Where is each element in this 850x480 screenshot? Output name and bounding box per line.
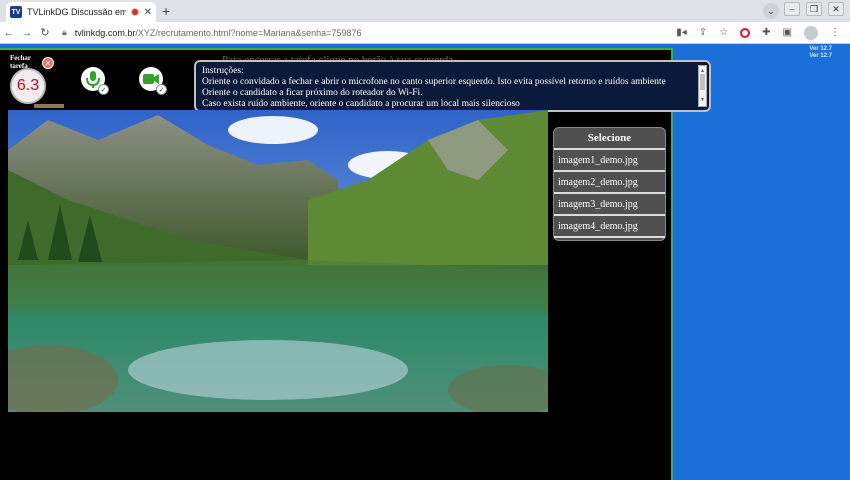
scroll-thumb[interactable] xyxy=(700,74,705,90)
select-panel-title: Selecione xyxy=(554,128,665,150)
image-option[interactable]: imagem4_demo.jpg xyxy=(554,216,665,238)
tab-title: TVLinkDG Discussão em Gru xyxy=(27,7,126,17)
microphone-button[interactable]: ✓ xyxy=(80,66,109,95)
displayed-image xyxy=(8,110,548,412)
url-path: /XYZ/recrutamento.html?nome=Mariana&senh… xyxy=(135,27,362,38)
instructions-heading: Instruções: xyxy=(202,66,244,76)
image-select-panel: Selecione imagem1_demo.jpg imagem2_demo.… xyxy=(553,127,666,241)
share-icon[interactable]: ⇪ xyxy=(699,27,707,38)
progress-indicator xyxy=(34,104,64,108)
profile-avatar[interactable] xyxy=(804,25,818,40)
browser-toolbar-icons: ▮◂ ⇪ ☆ ✚ ▣ ⋮ xyxy=(676,25,840,40)
browser-menu-icon[interactable]: ⋮ xyxy=(830,27,840,38)
new-tab-button[interactable]: + xyxy=(162,3,170,19)
mountain-lake-image xyxy=(8,110,548,412)
instructions-scrollbar[interactable]: ▲ ▼ xyxy=(698,65,707,107)
close-task-control[interactable]: Fechar tarefa ✕ 6.3 xyxy=(6,54,62,104)
window-close-button[interactable]: ✕ xyxy=(828,2,844,16)
lock-icon[interactable]: 🔒︎ xyxy=(62,27,67,38)
mic-check-icon: ✓ xyxy=(98,84,109,95)
back-icon[interactable]: ← xyxy=(0,27,18,39)
scroll-down-icon[interactable]: ▼ xyxy=(699,95,706,106)
side-panel-icon[interactable]: ▣ xyxy=(783,27,792,38)
image-option[interactable]: imagem3_demo.jpg xyxy=(554,194,665,216)
restore-button[interactable]: ❐ xyxy=(806,2,822,16)
browser-address-bar: ← → ↻ 🔒︎ tvlinkdg.com.br/XYZ/recrutament… xyxy=(0,22,850,44)
browser-tabbar: TV TVLinkDG Discussão em Gru ✕ + ⌄ – ❐ ✕ xyxy=(0,0,850,22)
instructions-line: Caso exista ruído ambiente, oriente o ca… xyxy=(202,99,520,109)
browser-tab[interactable]: TV TVLinkDG Discussão em Gru ✕ xyxy=(6,2,156,22)
opera-extension-icon[interactable] xyxy=(740,27,751,38)
app-container: Para encerrar a tarefa clique no botão à… xyxy=(0,48,711,480)
image-option[interactable]: imagem1_demo.jpg xyxy=(554,150,665,172)
extensions-puzzle-icon[interactable]: ✚ xyxy=(762,27,770,38)
camera-button[interactable]: ✓ xyxy=(138,66,167,95)
reload-icon[interactable]: ↻ xyxy=(36,26,54,39)
minimize-button[interactable]: – xyxy=(784,2,800,16)
timer-counter: 6.3 xyxy=(10,68,46,104)
recording-icon xyxy=(130,8,139,16)
url-domain: tvlinkdg.com.br xyxy=(74,27,136,38)
close-task-icon[interactable]: ✕ xyxy=(42,57,54,69)
page-body: Ver 12.7Ver 12.7 Para encerrar a tarefa … xyxy=(0,45,850,480)
tab-search-icon[interactable]: ⌄ xyxy=(763,3,779,19)
version-label: Ver 12.7 Ver 12.7 xyxy=(809,46,832,59)
instructions-box[interactable]: Instruções: Oriente o convidado a fechar… xyxy=(194,60,711,112)
tvlinkdg-favicon-icon: TV xyxy=(10,6,22,18)
camera-check-icon: ✓ xyxy=(156,84,167,95)
forward-icon[interactable]: → xyxy=(18,27,36,39)
window-controls: – ❐ ✕ xyxy=(784,2,844,16)
tab-close-icon[interactable]: ✕ xyxy=(144,7,152,18)
instructions-line: Oriente o convidado a fechar e abrir o m… xyxy=(202,77,666,87)
camera-indicator-icon[interactable]: ▮◂ xyxy=(676,27,687,38)
image-option[interactable]: imagem2_demo.jpg xyxy=(554,172,665,194)
url-field[interactable]: tvlinkdg.com.br/XYZ/recrutamento.html?no… xyxy=(75,28,676,38)
instructions-line: Oriente o candidato a ficar próximo do r… xyxy=(202,88,423,98)
bookmark-star-icon[interactable]: ☆ xyxy=(719,27,728,38)
